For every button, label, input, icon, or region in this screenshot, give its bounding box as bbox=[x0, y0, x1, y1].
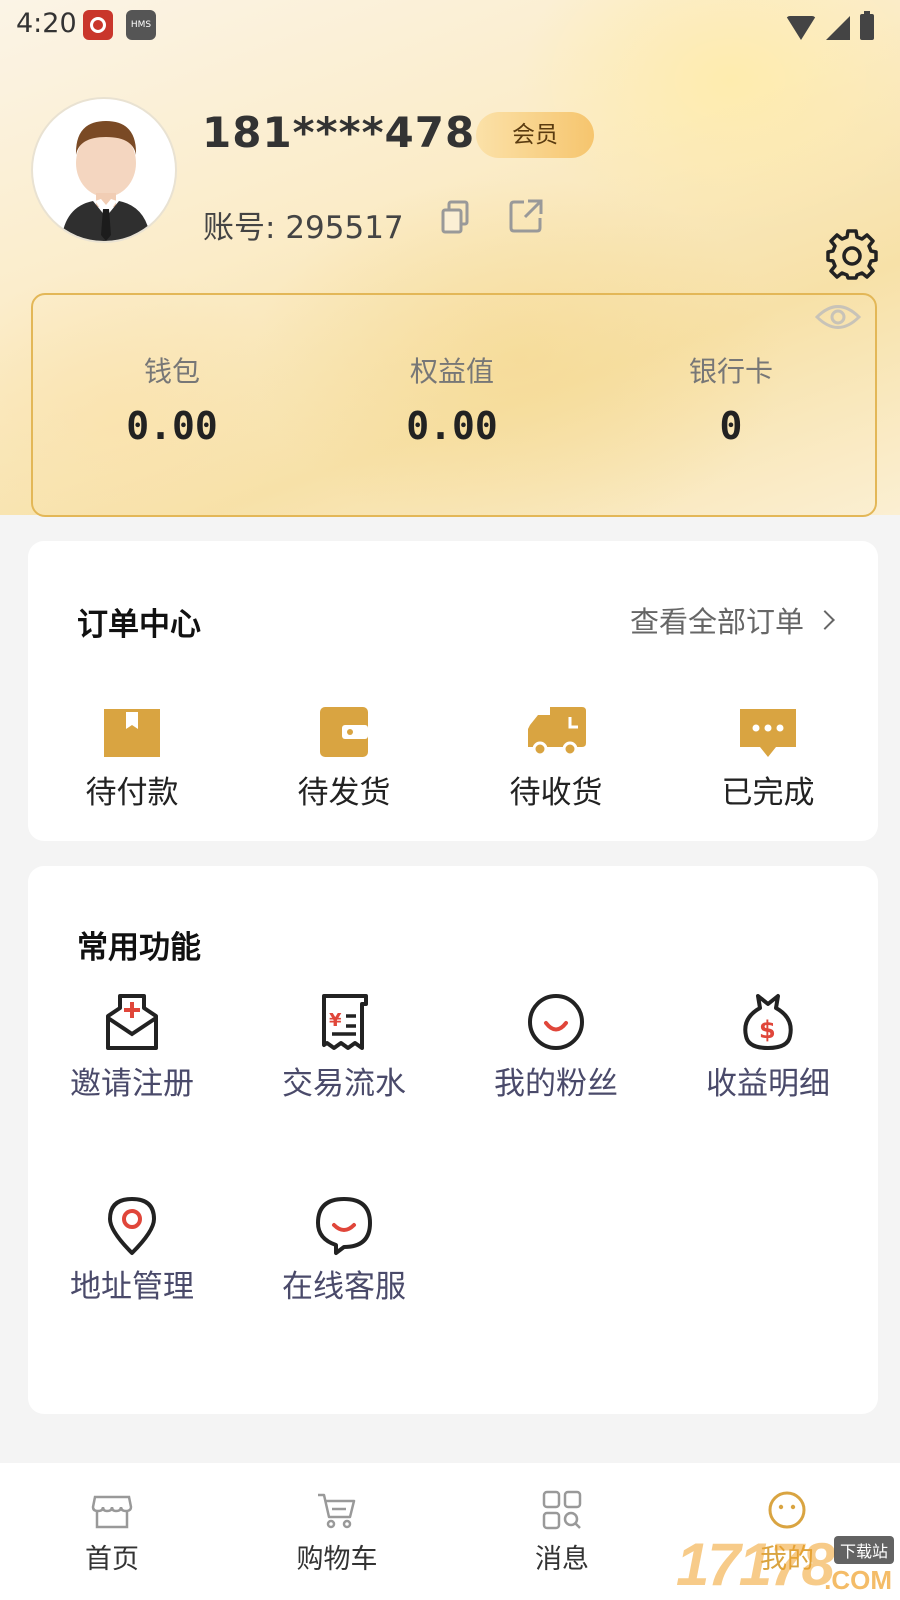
receipt-icon: ¥ bbox=[312, 990, 376, 1054]
site-watermark: 17178 下载站 .COM bbox=[676, 1530, 900, 1600]
wallet-icon bbox=[312, 699, 376, 763]
feature-earnings-detail[interactable]: $ 收益明细 bbox=[678, 990, 858, 1103]
nav-home-label: 首页 bbox=[85, 1544, 139, 1575]
status-bar: 4:20 HMS bbox=[0, 0, 900, 48]
feature-invite-register[interactable]: 邀请注册 bbox=[42, 990, 222, 1103]
signal-icon bbox=[826, 16, 850, 40]
watermark-suffix: .COM bbox=[824, 1565, 892, 1595]
nav-cart-label: 购物车 bbox=[296, 1544, 378, 1575]
nav-cart[interactable]: 购物车 bbox=[267, 1489, 407, 1576]
feature-address-management[interactable]: 地址管理 bbox=[42, 1193, 222, 1306]
account-label: 账号: bbox=[203, 210, 276, 246]
svg-text:$: $ bbox=[759, 1016, 776, 1044]
system-icons bbox=[786, 10, 874, 40]
order-pending-receipt-label: 待收货 bbox=[509, 775, 603, 811]
nav-messages[interactable]: 消息 bbox=[492, 1489, 632, 1576]
feature-transaction-history-label: 交易流水 bbox=[282, 1066, 406, 1102]
smile-icon bbox=[524, 990, 588, 1054]
order-pending-receipt[interactable]: 待收货 bbox=[466, 699, 646, 812]
wallet-value: 0.00 bbox=[126, 404, 218, 448]
bank-card-balance[interactable]: 银行卡 0 bbox=[591, 350, 871, 448]
box-icon bbox=[100, 699, 164, 763]
order-pending-payment[interactable]: 待付款 bbox=[42, 699, 222, 812]
nav-messages-label: 消息 bbox=[535, 1544, 589, 1575]
chevron-right-icon bbox=[815, 610, 835, 630]
order-center-card: 订单中心 查看全部订单 待付款 待发货 待收货 已完成 bbox=[28, 541, 878, 841]
order-center-title: 订单中心 bbox=[77, 607, 201, 643]
wifi-icon bbox=[786, 16, 816, 40]
common-features-title: 常用功能 bbox=[77, 930, 201, 966]
order-completed-label: 已完成 bbox=[721, 775, 815, 811]
cart-icon bbox=[316, 1489, 358, 1531]
watermark-text: 17178 bbox=[676, 1531, 835, 1598]
location-pin-icon bbox=[100, 1193, 164, 1257]
feature-online-service-label: 在线客服 bbox=[282, 1269, 406, 1305]
truck-icon bbox=[524, 699, 588, 763]
order-pending-payment-label: 待付款 bbox=[85, 775, 179, 811]
feature-my-fans[interactable]: 我的粉丝 bbox=[466, 990, 646, 1103]
nav-home[interactable]: 首页 bbox=[42, 1489, 182, 1576]
feature-online-service[interactable]: 在线客服 bbox=[254, 1193, 434, 1306]
wallet-balance[interactable]: 钱包 0.00 bbox=[32, 350, 312, 448]
common-features-card: 常用功能 邀请注册 ¥ 交易流水 我的粉丝 $ 收益明细 地址管理 在线客服 bbox=[28, 866, 878, 1414]
order-pending-shipment[interactable]: 待发货 bbox=[254, 699, 434, 812]
account-id: 账号: 295517 bbox=[203, 202, 404, 247]
hms-app-icon: HMS bbox=[126, 10, 156, 40]
avatar[interactable] bbox=[31, 97, 177, 243]
feature-transaction-history[interactable]: ¥ 交易流水 bbox=[254, 990, 434, 1103]
svg-text:¥: ¥ bbox=[329, 1010, 342, 1031]
service-chat-icon bbox=[312, 1193, 376, 1257]
money-bag-icon: $ bbox=[736, 990, 800, 1054]
notification-app-icon bbox=[83, 10, 113, 40]
profile-smile-icon bbox=[766, 1489, 808, 1531]
feature-my-fans-label: 我的粉丝 bbox=[494, 1066, 618, 1102]
order-completed[interactable]: 已完成 bbox=[678, 699, 858, 812]
bank-card-label: 银行卡 bbox=[688, 355, 773, 388]
balance-card: 钱包 0.00 权益值 0.00 银行卡 0 bbox=[31, 293, 877, 517]
feature-earnings-detail-label: 收益明细 bbox=[706, 1066, 830, 1102]
equity-label: 权益值 bbox=[409, 355, 494, 388]
equity-balance[interactable]: 权益值 0.00 bbox=[312, 350, 592, 448]
invite-mail-icon bbox=[100, 990, 164, 1054]
order-pending-shipment-label: 待发货 bbox=[297, 775, 391, 811]
chat-icon bbox=[736, 699, 800, 763]
user-phone: 181****4786 bbox=[202, 108, 506, 157]
member-badge[interactable]: 会员 bbox=[476, 112, 594, 158]
battery-icon bbox=[860, 11, 874, 40]
gear-icon[interactable] bbox=[826, 228, 878, 280]
wallet-label: 钱包 bbox=[143, 355, 200, 388]
watermark-tag: 下载站 bbox=[833, 1536, 894, 1564]
feature-address-management-label: 地址管理 bbox=[70, 1269, 194, 1305]
account-number: 295517 bbox=[285, 210, 404, 246]
view-all-orders-link[interactable]: 查看全部订单 bbox=[629, 599, 835, 641]
view-all-orders-label: 查看全部订单 bbox=[629, 605, 804, 639]
store-icon bbox=[91, 1489, 133, 1531]
bank-card-value: 0 bbox=[719, 404, 743, 448]
feature-invite-register-label: 邀请注册 bbox=[70, 1066, 194, 1102]
equity-value: 0.00 bbox=[406, 404, 498, 448]
status-time: 4:20 bbox=[16, 8, 77, 39]
grid-icon bbox=[541, 1489, 583, 1531]
copy-icon[interactable] bbox=[440, 200, 470, 234]
share-icon[interactable] bbox=[508, 198, 544, 234]
